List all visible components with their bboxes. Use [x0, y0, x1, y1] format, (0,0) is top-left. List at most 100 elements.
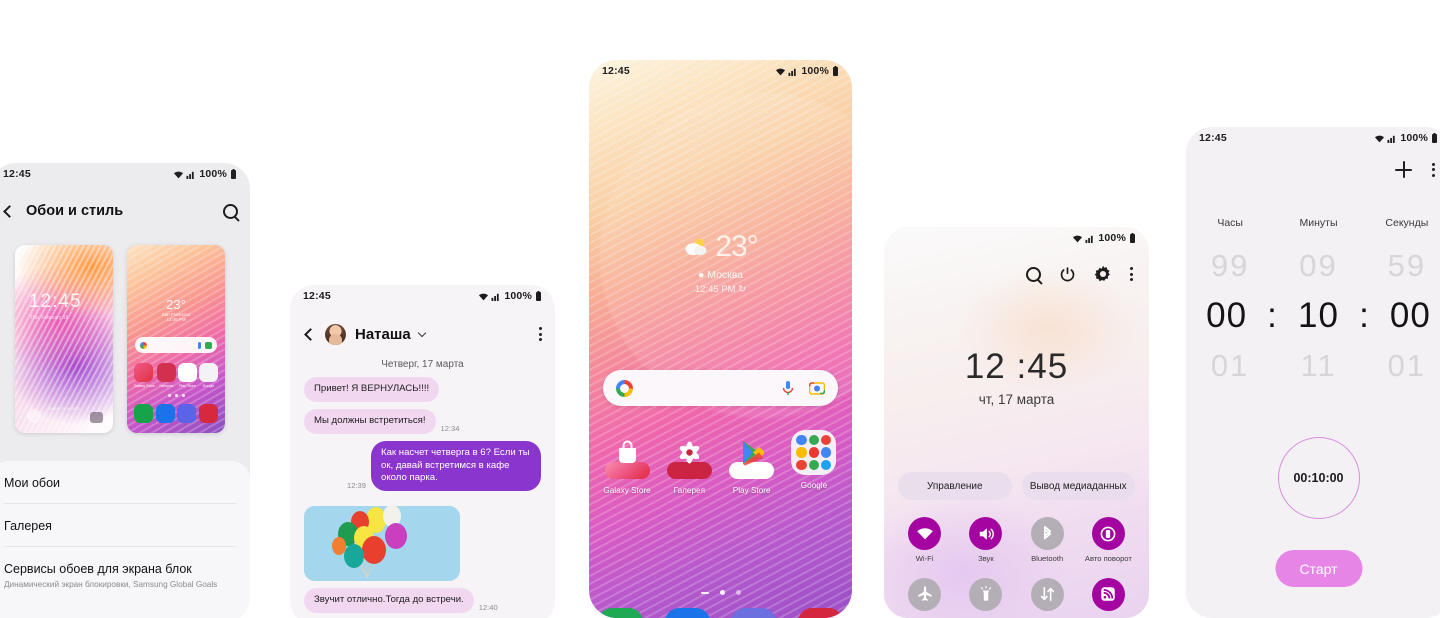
message-bubble[interactable]: Мы должны встретиться!	[304, 408, 436, 434]
app-label: Галерея	[673, 486, 706, 495]
internet-app-icon	[177, 404, 197, 423]
app-google-folder[interactable]: Google	[785, 430, 843, 495]
clock-date: чт, 17 марта	[978, 392, 1055, 407]
hours-value: 00	[1206, 296, 1248, 335]
list-item[interactable]: Галерея	[4, 504, 236, 547]
page-dot	[719, 590, 725, 595]
back-icon[interactable]	[3, 204, 16, 218]
tile-bluetooth[interactable]: Bluetooth	[1017, 517, 1078, 564]
battery-percent: 100%	[199, 168, 227, 180]
message-bubble[interactable]: Звучит отлично.Тогда до встречи.	[304, 588, 474, 614]
messages-app-icon[interactable]	[664, 608, 710, 618]
data-usage-icon	[1030, 577, 1064, 611]
tile-airplane-mode[interactable]	[894, 577, 955, 616]
phone-app-icon[interactable]	[598, 608, 643, 618]
lens-icon	[205, 341, 212, 349]
seconds-next: 01	[1387, 348, 1427, 383]
image-attachment[interactable]	[304, 506, 460, 582]
app-label: Play Store	[732, 486, 771, 495]
app-label: Galaxy Store	[603, 486, 651, 495]
preview-app-row: Galaxy Store Галерея Play Store Google	[134, 363, 218, 388]
power-icon[interactable]	[1059, 266, 1076, 283]
preview-hint-text: Swipe to unlock	[48, 406, 80, 411]
timer-column-headers: Часы Минуты Секунды	[1186, 217, 1440, 229]
column-header-seconds: Секунды	[1385, 217, 1429, 229]
timer-previous-row[interactable]: 99 09 59	[1186, 242, 1440, 290]
tile-data-usage[interactable]	[1017, 577, 1078, 616]
clock-time: 12 :45	[964, 347, 1069, 386]
battery-icon	[1432, 133, 1437, 143]
chip-device-control[interactable]: Управление	[898, 472, 1012, 500]
gear-icon[interactable]	[1094, 265, 1112, 283]
lock-screen-preview[interactable]: 12:45 Thu, February 16 Swipe to unlock	[15, 245, 113, 433]
battery-icon	[833, 66, 838, 76]
search-icon[interactable]	[223, 203, 238, 219]
page-indicator[interactable]	[589, 590, 852, 595]
tile-label: Авто поворот	[1084, 554, 1132, 563]
internet-app-icon[interactable]	[731, 608, 777, 618]
play-store-icon	[729, 441, 775, 479]
camera-shortcut-icon	[90, 412, 103, 423]
gallery-icon	[156, 363, 176, 382]
list-item-title: Сервисы обоев для экрана блок	[4, 562, 192, 576]
phone-wallpaper-and-style: 12:45 100% Обои и стиль 12:45 Thu, Febru…	[0, 163, 250, 618]
timer-preset-chip[interactable]: 00:10:00	[1277, 437, 1360, 519]
message-time: 12:39	[346, 481, 366, 491]
balloons-image	[304, 506, 460, 582]
google-logo-icon	[616, 379, 633, 397]
tile-label: Bluetooth	[1031, 554, 1064, 563]
start-button[interactable]: Старт	[1275, 550, 1362, 587]
signal-icon	[788, 68, 797, 76]
tile-sound[interactable]: Звук	[955, 517, 1016, 564]
camera-app-icon[interactable]	[797, 608, 843, 618]
battery-icon	[231, 169, 236, 179]
tile-flashlight[interactable]	[955, 577, 1016, 616]
tile-wifi[interactable]: Wi-Fi	[894, 517, 955, 564]
camera-app-icon	[198, 404, 218, 423]
google-search-bar[interactable]	[603, 370, 838, 406]
bluetooth-icon	[1030, 517, 1064, 550]
more-options-icon[interactable]	[1130, 267, 1133, 281]
timer-picker[interactable]: 99 09 59 00 : 10 : 00 01 11 01	[1186, 242, 1440, 390]
lens-icon[interactable]	[809, 381, 825, 395]
phone-timer: 12:45 100% Часы Минуты Секунды 99 09 59 …	[1186, 127, 1440, 618]
minutes-value: 10	[1298, 296, 1339, 335]
tile-auto-rotate[interactable]: Авто поворот	[1078, 517, 1139, 564]
home-screen-preview[interactable]: 23° San Francisco 12:45 PM Galaxy Store …	[127, 245, 225, 433]
weather-widget[interactable]: 23° ● Москва 12:45 PM ↻	[589, 230, 852, 295]
apps-page-icon	[700, 591, 709, 594]
add-timer-icon[interactable]	[1395, 161, 1412, 178]
list-item[interactable]: Мои обои	[4, 461, 236, 504]
message-bubble[interactable]: Привет! Я ВЕРНУЛАСЬ!!!!	[304, 377, 440, 402]
app-play-store[interactable]: Play Store	[723, 430, 781, 495]
mic-icon[interactable]	[782, 380, 794, 396]
panel-clock[interactable]: 12 :45 чт, 17 марта	[884, 347, 1149, 407]
chip-media-output[interactable]: Вывод медиаданных	[1021, 472, 1135, 500]
list-item-title: Галерея	[4, 519, 52, 533]
galaxy-store-icon	[134, 363, 153, 382]
more-options-icon[interactable]	[1432, 162, 1435, 177]
phone-app-icon	[134, 404, 153, 423]
message-bubble[interactable]: Как насчет четверга в 6? Если ты ок, дав…	[371, 440, 541, 492]
minutes-next: 11	[1300, 348, 1337, 383]
message-row: 12:39 Как насчет четверга в 6? Если ты о…	[304, 440, 541, 492]
airplane-icon	[908, 577, 942, 611]
message-list: Четверг, 17 марта Привет! Я ВЕРНУЛАСЬ!!!…	[290, 285, 555, 618]
app-gallery[interactable]: Галерея	[660, 430, 718, 495]
galaxy-store-icon	[604, 440, 650, 479]
timer-next-row[interactable]: 01 11 01	[1186, 342, 1440, 390]
timer-current-row[interactable]: 00 : 10 : 00	[1186, 290, 1440, 342]
tile-nearby-share[interactable]	[1078, 577, 1139, 616]
app-label: Google	[800, 481, 828, 490]
list-item[interactable]: Сервисы обоев для экрана блок Динамическ…	[4, 547, 236, 602]
wifi-icon	[776, 68, 786, 75]
search-icon[interactable]	[1026, 266, 1041, 282]
auto-rotate-icon	[1091, 517, 1125, 550]
list-item-title: Мои обои	[4, 476, 61, 490]
refresh-icon[interactable]: ↻	[738, 284, 746, 295]
message-row	[304, 498, 541, 582]
preview-dock	[134, 404, 218, 423]
app-galaxy-store[interactable]: Galaxy Store	[598, 430, 656, 495]
quick-tiles-grid: Wi-Fi Звук Bluetooth Авто поворот	[894, 517, 1139, 616]
mic-icon	[198, 341, 201, 349]
